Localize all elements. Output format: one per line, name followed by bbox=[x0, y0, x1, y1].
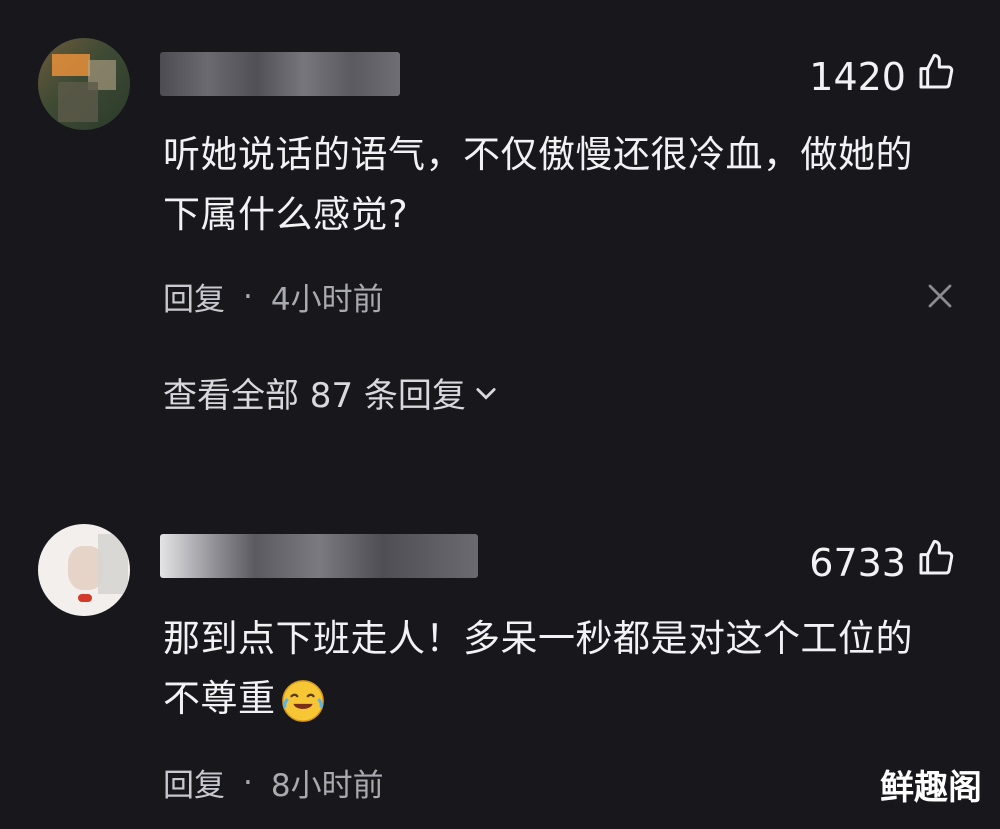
avatar[interactable] bbox=[38, 38, 130, 130]
comment-meta: 回复 · 8小时前 bbox=[163, 760, 384, 805]
timestamp: 8小时前 bbox=[270, 768, 384, 804]
close-icon[interactable] bbox=[925, 281, 955, 311]
chevron-down-icon bbox=[476, 387, 496, 400]
username-blurred[interactable] bbox=[160, 52, 400, 96]
like-count: 1420 bbox=[809, 54, 906, 99]
avatar[interactable] bbox=[38, 524, 130, 616]
thumbs-up-icon[interactable] bbox=[916, 538, 956, 587]
reply-button[interactable]: 回复 bbox=[163, 274, 225, 319]
watermark: 鲜趣阁 bbox=[880, 768, 982, 808]
separator: · bbox=[243, 764, 253, 801]
comment-text-line-content: 不尊重 bbox=[163, 677, 276, 720]
view-all-replies[interactable]: 查看全部 87 条回复 bbox=[163, 368, 500, 417]
like-button[interactable]: 6733 bbox=[809, 538, 956, 587]
comment-text-line: 下属什么感觉? bbox=[163, 193, 409, 236]
separator: · bbox=[243, 278, 253, 315]
comment-text: 那到点下班走人！多呆一秒都是对这个工位的 不尊重 bbox=[163, 612, 963, 726]
comment-meta: 回复 · 4小时前 bbox=[163, 274, 384, 319]
username-blurred[interactable] bbox=[160, 534, 478, 578]
comment-text: 听她说话的语气，不仅傲慢还很冷血，做她的 下属什么感觉? bbox=[163, 128, 963, 242]
thumbs-up-icon[interactable] bbox=[916, 52, 956, 101]
reply-button[interactable]: 回复 bbox=[163, 760, 225, 805]
comment-text-line: 那到点下班走人！多呆一秒都是对这个工位的 bbox=[163, 617, 913, 660]
like-count: 6733 bbox=[809, 540, 906, 585]
comment-text-line: 不尊重 bbox=[163, 672, 963, 726]
crying-laughing-emoji-icon bbox=[281, 679, 324, 722]
view-all-replies-label: 查看全部 87 条回复 bbox=[163, 376, 466, 416]
timestamp: 4小时前 bbox=[270, 282, 384, 318]
comment-text-line: 听她说话的语气，不仅傲慢还很冷血，做她的 bbox=[163, 133, 913, 176]
like-button[interactable]: 1420 bbox=[809, 52, 956, 101]
